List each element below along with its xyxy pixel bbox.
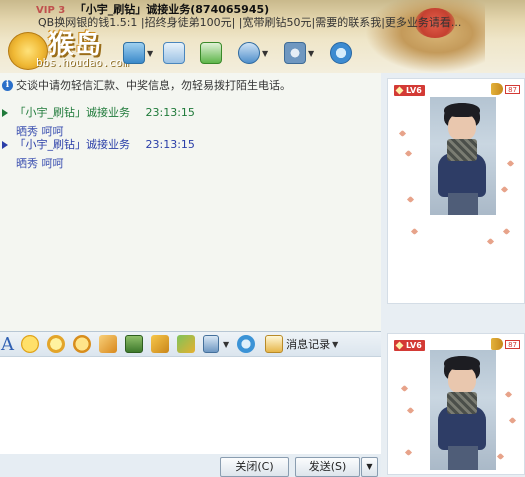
toolbar-group[interactable]: ▼ [238,40,268,66]
sound-control[interactable]: 87 [491,338,520,350]
message-sender[interactable]: 「小宇_刷钻」诚接业务 [15,138,131,151]
avatar-legs [448,446,478,470]
history-icon [265,335,284,353]
heart-icon [406,195,415,204]
avatar-fringe [444,103,480,117]
music-icon[interactable] [151,335,169,353]
volume-value: 87 [505,84,520,94]
toolbar-add-app[interactable] [200,40,222,66]
avatar-legs [448,193,478,215]
notice-text: 交谈中请勿轻信汇款、中奖信息，勿轻易拨打陌生电话。 [16,79,291,92]
avatar-scarf [447,139,477,161]
message-input[interactable] [0,357,381,454]
heart-icon [502,227,511,236]
chevron-down-icon[interactable]: ▼ [223,340,229,349]
input-toolbar: A ▼ 消息记录 ▼ [0,331,381,357]
toolbar-voice[interactable]: ▼ [123,40,153,66]
toolbar-search[interactable] [330,40,352,66]
info-icon: i [2,79,13,91]
security-notice: i 交谈中请勿轻信汇款、中奖信息，勿轻易拨打陌生电话。 [2,77,291,93]
emoji-icon[interactable] [21,335,39,353]
skype-icon[interactable] [237,335,256,353]
message-history-label: 消息记录 [286,338,331,351]
avatar-fringe [444,356,480,370]
chevron-down-icon: ▼ [332,339,339,349]
chevron-down-icon: ▼ [262,48,269,58]
chat-message: 「小宇_刷钻」诚接业务 23:13:15 晒秀 呵呵 [2,136,195,171]
send-button[interactable]: 发送(S) [295,457,360,477]
magic-emoji-icon[interactable] [47,335,65,353]
add-app-icon [200,42,222,64]
avatar-face [448,113,476,141]
heart-icon [398,129,407,138]
screenshot-icon[interactable] [203,335,219,353]
heart-icon [496,452,505,461]
message-text: 晒秀 呵呵 [16,157,64,170]
heart-icon [508,416,517,425]
chevron-down-icon: ▼ [308,48,315,58]
close-button[interactable]: 关闭(C) [220,457,289,477]
group-icon [238,42,260,64]
avatar-face [448,366,476,394]
speaker-icon [491,338,504,350]
volume-value: 87 [505,339,520,349]
voice-chat-icon [123,42,145,64]
contact-show-card[interactable]: LV6 87 [387,78,525,304]
message-time: 23:13:15 [145,106,195,119]
search-icon [330,42,352,64]
image-icon[interactable] [125,335,143,353]
toolbar-email[interactable] [163,40,185,66]
send-options-button[interactable]: ▼ [361,457,378,477]
heart-icon [406,406,415,415]
chat-history[interactable]: i 交谈中请勿轻信汇款、中奖信息，勿轻易拨打陌生电话。 「小宇_刷钻」诚接业务 … [0,73,381,331]
chevron-down-icon: ▼ [147,48,154,58]
message-time: 23:13:15 [145,138,195,151]
heart-icon [410,227,419,236]
logo-url: bbs.houdao.com [36,56,129,69]
heart-icon [404,149,413,158]
title-banner: 猴岛 bbs.houdao.com VIP 3 「小宇_刷钻」诚接业务(8740… [0,0,525,73]
speaker-icon [491,83,504,95]
avatar-show-image [430,350,496,470]
gift-icon[interactable] [177,335,195,353]
heart-icon [504,390,513,399]
contact-signature: QB换网银的钱1.5:1 |招终身徒弟100元| |宽带刷钻50元|需要的联系我… [38,16,462,29]
chat-message: 「小宇_刷钻」诚接业务 23:13:15 晒秀 呵呵 [2,104,195,139]
message-history-button[interactable]: 消息记录 ▼ [265,335,338,353]
settings-icon [284,42,306,64]
my-show-card[interactable]: LV6 87 [387,333,525,475]
message-arrow-icon [2,141,8,149]
email-icon [163,42,185,64]
shake-window-icon[interactable] [99,335,117,353]
avatar-show-image [430,97,496,215]
avatar-scarf [447,392,477,414]
level-badge: LV6 [394,340,425,351]
toolbar-settings[interactable]: ▼ [284,40,314,66]
heart-icon [400,384,409,393]
scrawl-icon[interactable] [73,335,91,353]
level-badge: LV6 [394,85,425,96]
sound-control[interactable]: 87 [491,83,520,95]
heart-icon [404,448,413,457]
font-icon[interactable]: A [1,334,15,355]
heart-icon [486,237,495,246]
heart-icon [506,159,515,168]
heart-icon [500,185,509,194]
message-arrow-icon [2,109,8,117]
message-sender[interactable]: 「小宇_刷钻」诚接业务 [15,106,131,119]
